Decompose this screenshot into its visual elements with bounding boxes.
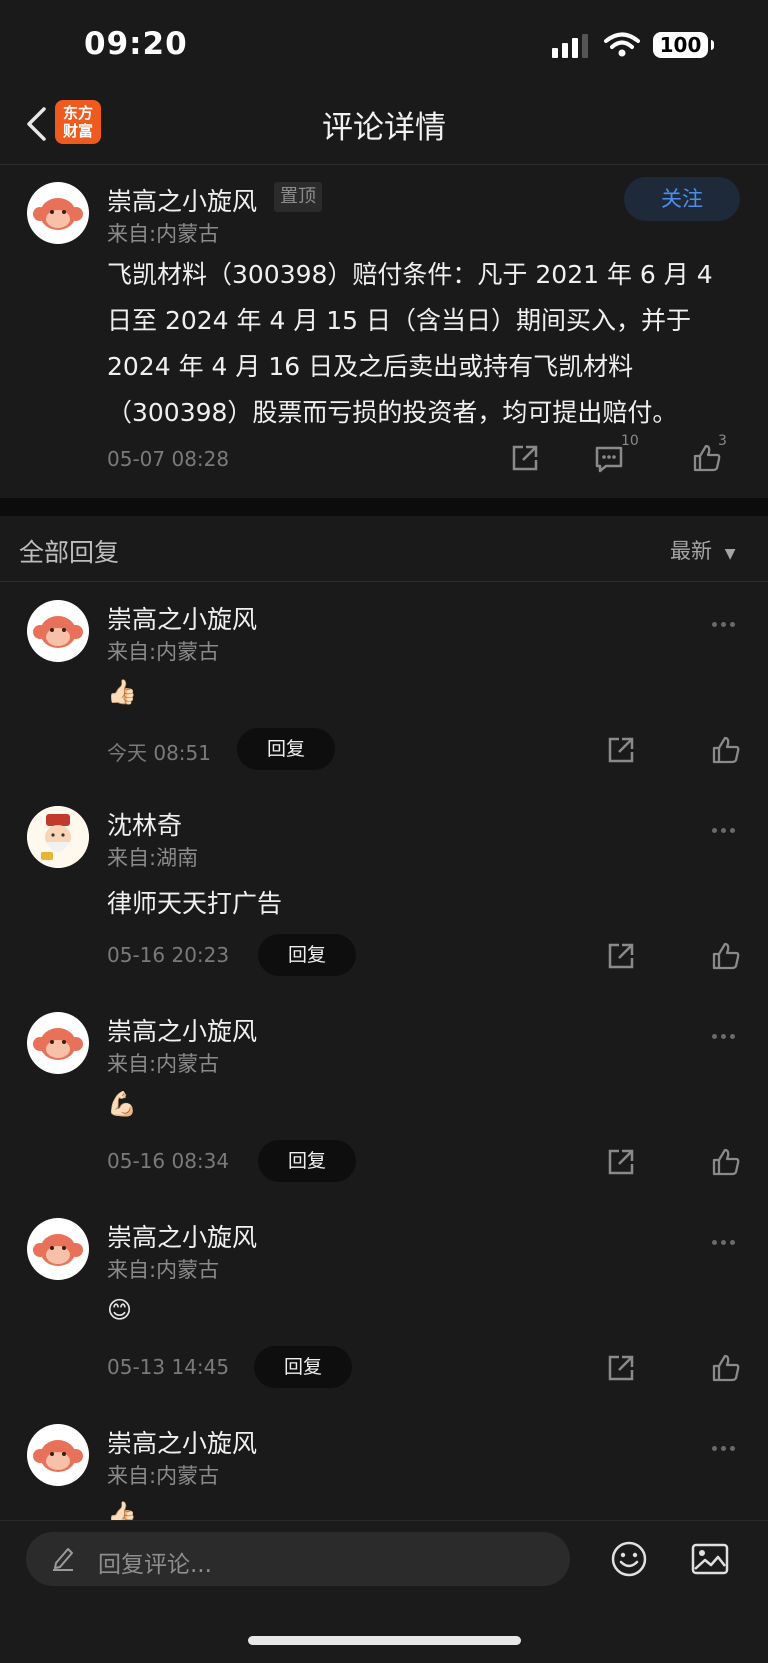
avatar[interactable] (27, 806, 89, 868)
more-options-icon[interactable] (712, 1230, 742, 1245)
monkey-avatar-icon (33, 616, 83, 648)
share-icon[interactable] (606, 941, 636, 971)
monkey-avatar-icon (33, 1028, 83, 1060)
monkey-avatar-icon (33, 1234, 83, 1266)
divider (0, 164, 768, 165)
more-options-icon[interactable] (712, 1436, 742, 1451)
reply-button[interactable]: 回复 (237, 728, 335, 770)
reply-author[interactable]: 沈林奇 (107, 806, 182, 842)
reply-location: 来自:内蒙古 (107, 1052, 220, 1076)
like-icon[interactable] (711, 735, 741, 765)
reply-location: 来自:内蒙古 (107, 1258, 220, 1282)
reply-author[interactable]: 崇高之小旋风 (107, 600, 257, 636)
reply-time: 05-13 14:45 (107, 1355, 230, 1379)
status-time: 09:20 (84, 26, 188, 62)
share-icon[interactable] (510, 443, 540, 473)
post-content: 飞凯材料（300398）赔付条件：凡于 2021 年 6 月 4 日至 2024… (107, 260, 713, 427)
reply-button[interactable]: 回复 (258, 934, 356, 976)
post-author[interactable]: 崇高之小旋风 (107, 182, 257, 218)
sort-dropdown[interactable]: 最新 ▼ (670, 535, 735, 565)
share-icon[interactable] (606, 1353, 636, 1383)
avatar[interactable] (27, 1424, 89, 1486)
post-location: 来自:内蒙古 (107, 222, 220, 246)
like-icon[interactable] (711, 941, 741, 971)
reply-content: 😊 (107, 1296, 133, 1324)
avatar[interactable] (27, 182, 89, 244)
emoji-icon[interactable] (610, 1540, 648, 1578)
like-icon[interactable] (711, 1353, 741, 1383)
reply-time: 05-16 08:34 (107, 1149, 230, 1173)
reply-time: 今天 08:51 (107, 741, 211, 765)
page-title: 评论详情 (322, 110, 446, 146)
share-icon[interactable] (606, 735, 636, 765)
share-icon[interactable] (606, 1147, 636, 1177)
reply-button[interactable]: 回复 (258, 1140, 356, 1182)
reply-content: 💪🏻 (107, 1090, 137, 1118)
follow-button[interactable]: 关注 (624, 177, 740, 221)
divider (0, 581, 768, 582)
comment-icon[interactable] (594, 445, 624, 473)
avatar[interactable] (27, 1218, 89, 1280)
reply-button[interactable]: 回复 (254, 1346, 352, 1388)
like-icon[interactable] (711, 1147, 741, 1177)
pencil-icon (53, 1548, 73, 1571)
battery-indicator: 100 (653, 32, 714, 58)
reply-time: 05-16 20:23 (107, 943, 230, 967)
avatar[interactable] (27, 600, 89, 662)
pinned-badge: 置顶 (274, 182, 322, 212)
like-count: 3 (718, 433, 727, 449)
monkey-avatar-icon (33, 1440, 83, 1472)
monkey-avatar-icon (33, 198, 83, 230)
reply-placeholder: 回复评论... (98, 1552, 212, 1578)
reply-author[interactable]: 崇高之小旋风 (107, 1012, 257, 1048)
comment-count: 10 (621, 433, 639, 449)
more-options-icon[interactable] (712, 1024, 742, 1039)
reply-content: 👍🏻 (107, 678, 137, 706)
signal-icon (552, 34, 588, 58)
wifi-icon (604, 32, 640, 57)
replies-title: 全部回复 (19, 538, 120, 567)
post-time: 05-07 08:28 (107, 447, 230, 471)
reply-content: 律师天天打广告 (107, 889, 283, 918)
fortune-god-avatar-icon (27, 806, 89, 868)
avatar[interactable] (27, 1012, 89, 1074)
more-options-icon[interactable] (712, 612, 742, 627)
reply-location: 来自:内蒙古 (107, 1464, 220, 1488)
reply-author[interactable]: 崇高之小旋风 (107, 1218, 257, 1254)
sort-label: 最新 (670, 539, 712, 563)
image-icon[interactable] (691, 1542, 729, 1576)
reply-location: 来自:湖南 (107, 846, 199, 870)
home-indicator[interactable] (248, 1636, 521, 1645)
chevron-down-icon: ▼ (724, 546, 736, 562)
reply-location: 来自:内蒙古 (107, 640, 220, 664)
reply-author[interactable]: 崇高之小旋风 (107, 1424, 257, 1460)
section-separator (0, 498, 768, 516)
more-options-icon[interactable] (712, 818, 742, 833)
